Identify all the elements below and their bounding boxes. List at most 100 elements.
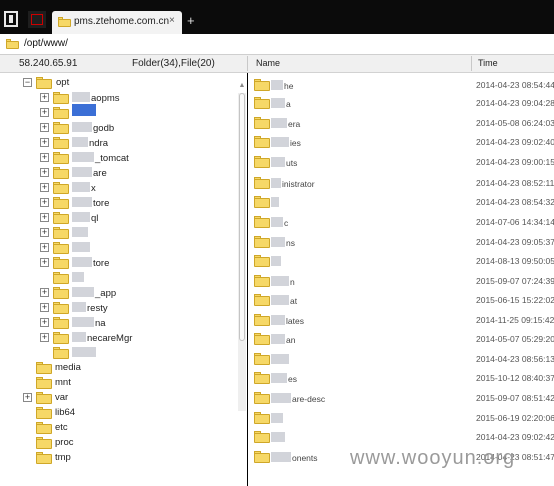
folder-icon bbox=[254, 392, 270, 404]
address-bar[interactable]: /opt/www/ bbox=[0, 34, 554, 55]
list-item[interactable]: uts 2014-04-23 09:00:15 bbox=[248, 155, 554, 169]
tab-bar: pms.ztehome.com.cn × + bbox=[0, 0, 554, 34]
app-icon bbox=[9, 15, 13, 23]
tree-item-label: x bbox=[72, 182, 96, 194]
list-item[interactable]: es 2015-10-12 08:40:37 bbox=[248, 371, 554, 385]
list-item[interactable]: n 2015-09-07 07:24:39 bbox=[248, 274, 554, 288]
folder-icon bbox=[53, 182, 69, 194]
item-time: 2014-04-23 08:52:11 bbox=[476, 178, 554, 188]
expand-icon[interactable]: + bbox=[40, 228, 49, 237]
expand-icon[interactable]: + bbox=[40, 183, 49, 192]
close-tab-button[interactable]: × bbox=[169, 15, 175, 26]
server-ip: 58.240.65.91 bbox=[19, 58, 78, 69]
list-item[interactable]: at 2015-06-15 15:22:02 bbox=[248, 293, 554, 307]
expand-icon[interactable]: + bbox=[40, 138, 49, 147]
item-name: ies bbox=[271, 137, 301, 148]
item-name: a bbox=[271, 98, 291, 109]
expand-icon[interactable]: + bbox=[40, 333, 49, 342]
list-item[interactable]: 2014-08-13 09:50:05 bbox=[248, 254, 554, 268]
item-time: 2014-11-25 09:15:42 bbox=[476, 315, 554, 325]
folder-icon bbox=[53, 152, 69, 164]
column-header-time[interactable]: Time bbox=[478, 58, 498, 68]
list-item[interactable]: 2015-06-19 02:20:06 bbox=[248, 411, 554, 425]
collapse-icon[interactable]: − bbox=[23, 78, 32, 87]
folder-icon bbox=[254, 314, 270, 326]
item-time: 2014-08-13 09:50:05 bbox=[476, 256, 554, 266]
folder-icon bbox=[254, 431, 270, 443]
expand-icon[interactable]: + bbox=[40, 318, 49, 327]
folder-icon bbox=[254, 275, 270, 287]
app-menu-button[interactable] bbox=[4, 11, 18, 27]
expand-icon[interactable]: + bbox=[40, 288, 49, 297]
item-name: are-desc bbox=[271, 393, 325, 404]
expand-icon[interactable]: + bbox=[40, 108, 49, 117]
folder-icon bbox=[254, 294, 270, 306]
list-item[interactable]: are-desc 2015-09-07 08:51:42 bbox=[248, 391, 554, 405]
expand-icon[interactable]: + bbox=[40, 168, 49, 177]
tree-item-label bbox=[72, 347, 97, 359]
item-count: Folder(34),File(20) bbox=[132, 58, 215, 69]
tree-item-label: proc bbox=[55, 437, 74, 448]
list-item[interactable]: 2014-04-23 08:56:13 bbox=[248, 352, 554, 366]
address-path[interactable]: /opt/www/ bbox=[24, 38, 68, 49]
item-time: 2015-06-15 15:22:02 bbox=[476, 295, 554, 305]
record-button[interactable] bbox=[28, 11, 46, 28]
selected-tree-item[interactable] bbox=[72, 104, 96, 116]
expand-icon[interactable]: + bbox=[40, 303, 49, 312]
info-bar: 58.240.65.91 Folder(34),File(20) Name Ti… bbox=[0, 55, 554, 73]
expand-icon[interactable]: + bbox=[40, 243, 49, 252]
folder-icon bbox=[254, 156, 270, 168]
expand-icon[interactable]: + bbox=[40, 258, 49, 267]
tree-item-label bbox=[72, 242, 91, 254]
tree-item-label: tore bbox=[72, 257, 109, 269]
folder-icon bbox=[254, 216, 270, 228]
folder-icon bbox=[53, 347, 69, 359]
item-name: uts bbox=[271, 157, 297, 168]
expand-icon[interactable]: + bbox=[40, 93, 49, 102]
folder-icon bbox=[254, 177, 270, 189]
column-divider[interactable] bbox=[471, 56, 472, 71]
scrollbar-thumb[interactable] bbox=[239, 93, 245, 341]
folder-icon bbox=[254, 136, 270, 148]
expand-icon[interactable]: + bbox=[40, 153, 49, 162]
item-time: 2014-05-07 05:29:20 bbox=[476, 334, 554, 344]
folder-icon bbox=[6, 39, 19, 49]
tree-item-label: etc bbox=[55, 422, 68, 433]
tree-item-label: resty bbox=[72, 302, 108, 314]
folder-icon bbox=[53, 227, 69, 239]
list-item[interactable]: ns 2014-04-23 09:05:37 bbox=[248, 235, 554, 249]
tree-item-label: var bbox=[55, 392, 69, 403]
expand-icon[interactable]: + bbox=[40, 198, 49, 207]
folder-icon bbox=[53, 92, 69, 104]
list-item[interactable]: era 2014-05-08 06:24:03 bbox=[248, 116, 554, 130]
item-time: 2014-04-23 08:54:44 bbox=[476, 80, 554, 90]
folder-icon bbox=[53, 122, 69, 134]
list-item[interactable]: c 2014-07-06 14:34:14 bbox=[248, 215, 554, 229]
list-item[interactable]: 2014-04-23 08:54:32 bbox=[248, 195, 554, 209]
folder-icon bbox=[53, 272, 69, 284]
scroll-up-icon[interactable]: ▲ bbox=[238, 82, 246, 89]
list-item[interactable]: an 2014-05-07 05:29:20 bbox=[248, 332, 554, 346]
column-divider[interactable] bbox=[247, 56, 248, 71]
new-tab-button[interactable]: + bbox=[187, 13, 195, 28]
list-item[interactable]: inistrator 2014-04-23 08:52:11 bbox=[248, 176, 554, 190]
list-item[interactable]: he 2014-04-23 08:54:44 bbox=[248, 78, 554, 92]
item-time: 2014-04-23 09:04:28 bbox=[476, 98, 554, 108]
list-item[interactable]: ies 2014-04-23 09:02:40 bbox=[248, 135, 554, 149]
list-item[interactable]: lates 2014-11-25 09:15:42 bbox=[248, 313, 554, 327]
expand-icon[interactable]: + bbox=[40, 213, 49, 222]
tab-active[interactable]: pms.ztehome.com.cn × bbox=[52, 11, 182, 34]
file-list: he 2014-04-23 08:54:44 a 2014-04-23 09:04:… bbox=[248, 73, 554, 486]
column-header-name[interactable]: Name bbox=[256, 58, 280, 68]
folder-icon bbox=[36, 377, 52, 389]
list-item[interactable]: 2014-04-23 09:02:42 bbox=[248, 430, 554, 444]
folder-icon bbox=[254, 353, 270, 365]
folder-icon bbox=[53, 197, 69, 209]
expand-icon[interactable]: + bbox=[23, 393, 32, 402]
folder-icon bbox=[254, 451, 270, 463]
expand-icon[interactable]: + bbox=[40, 123, 49, 132]
list-item[interactable]: a 2014-04-23 09:04:28 bbox=[248, 96, 554, 110]
tree-item-label: tore bbox=[72, 197, 109, 209]
item-time: 2014-05-08 06:24:03 bbox=[476, 118, 554, 128]
tree-scrollbar[interactable]: ▲ bbox=[238, 82, 246, 411]
